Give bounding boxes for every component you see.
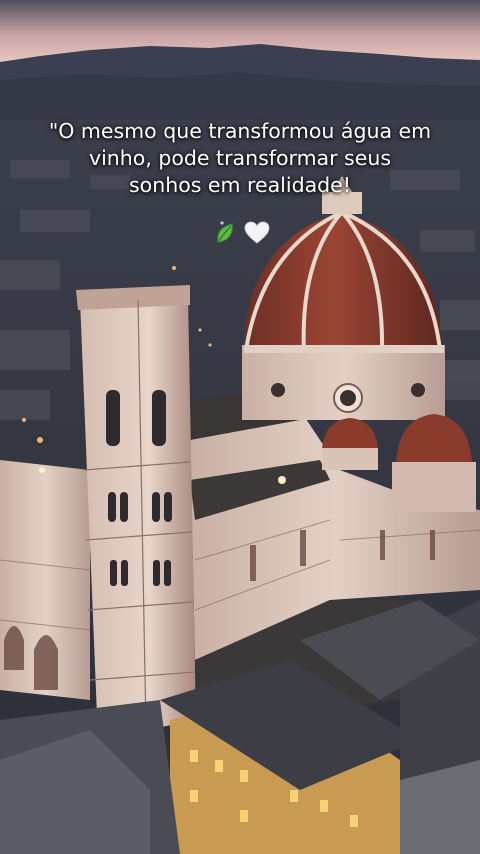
caption-line-3: sonhos em realidade!: [128, 173, 351, 197]
leaf-icon: [217, 221, 233, 243]
emoji-row: [212, 218, 270, 248]
white-heart-icon: [244, 221, 270, 244]
caption-line-1: "O mesmo que transformou água em: [48, 119, 432, 143]
caption-line-2: vinho, pode transformar seus: [88, 146, 392, 170]
caption-quote: "O mesmo que transformou água em vinho, …: [20, 118, 460, 199]
